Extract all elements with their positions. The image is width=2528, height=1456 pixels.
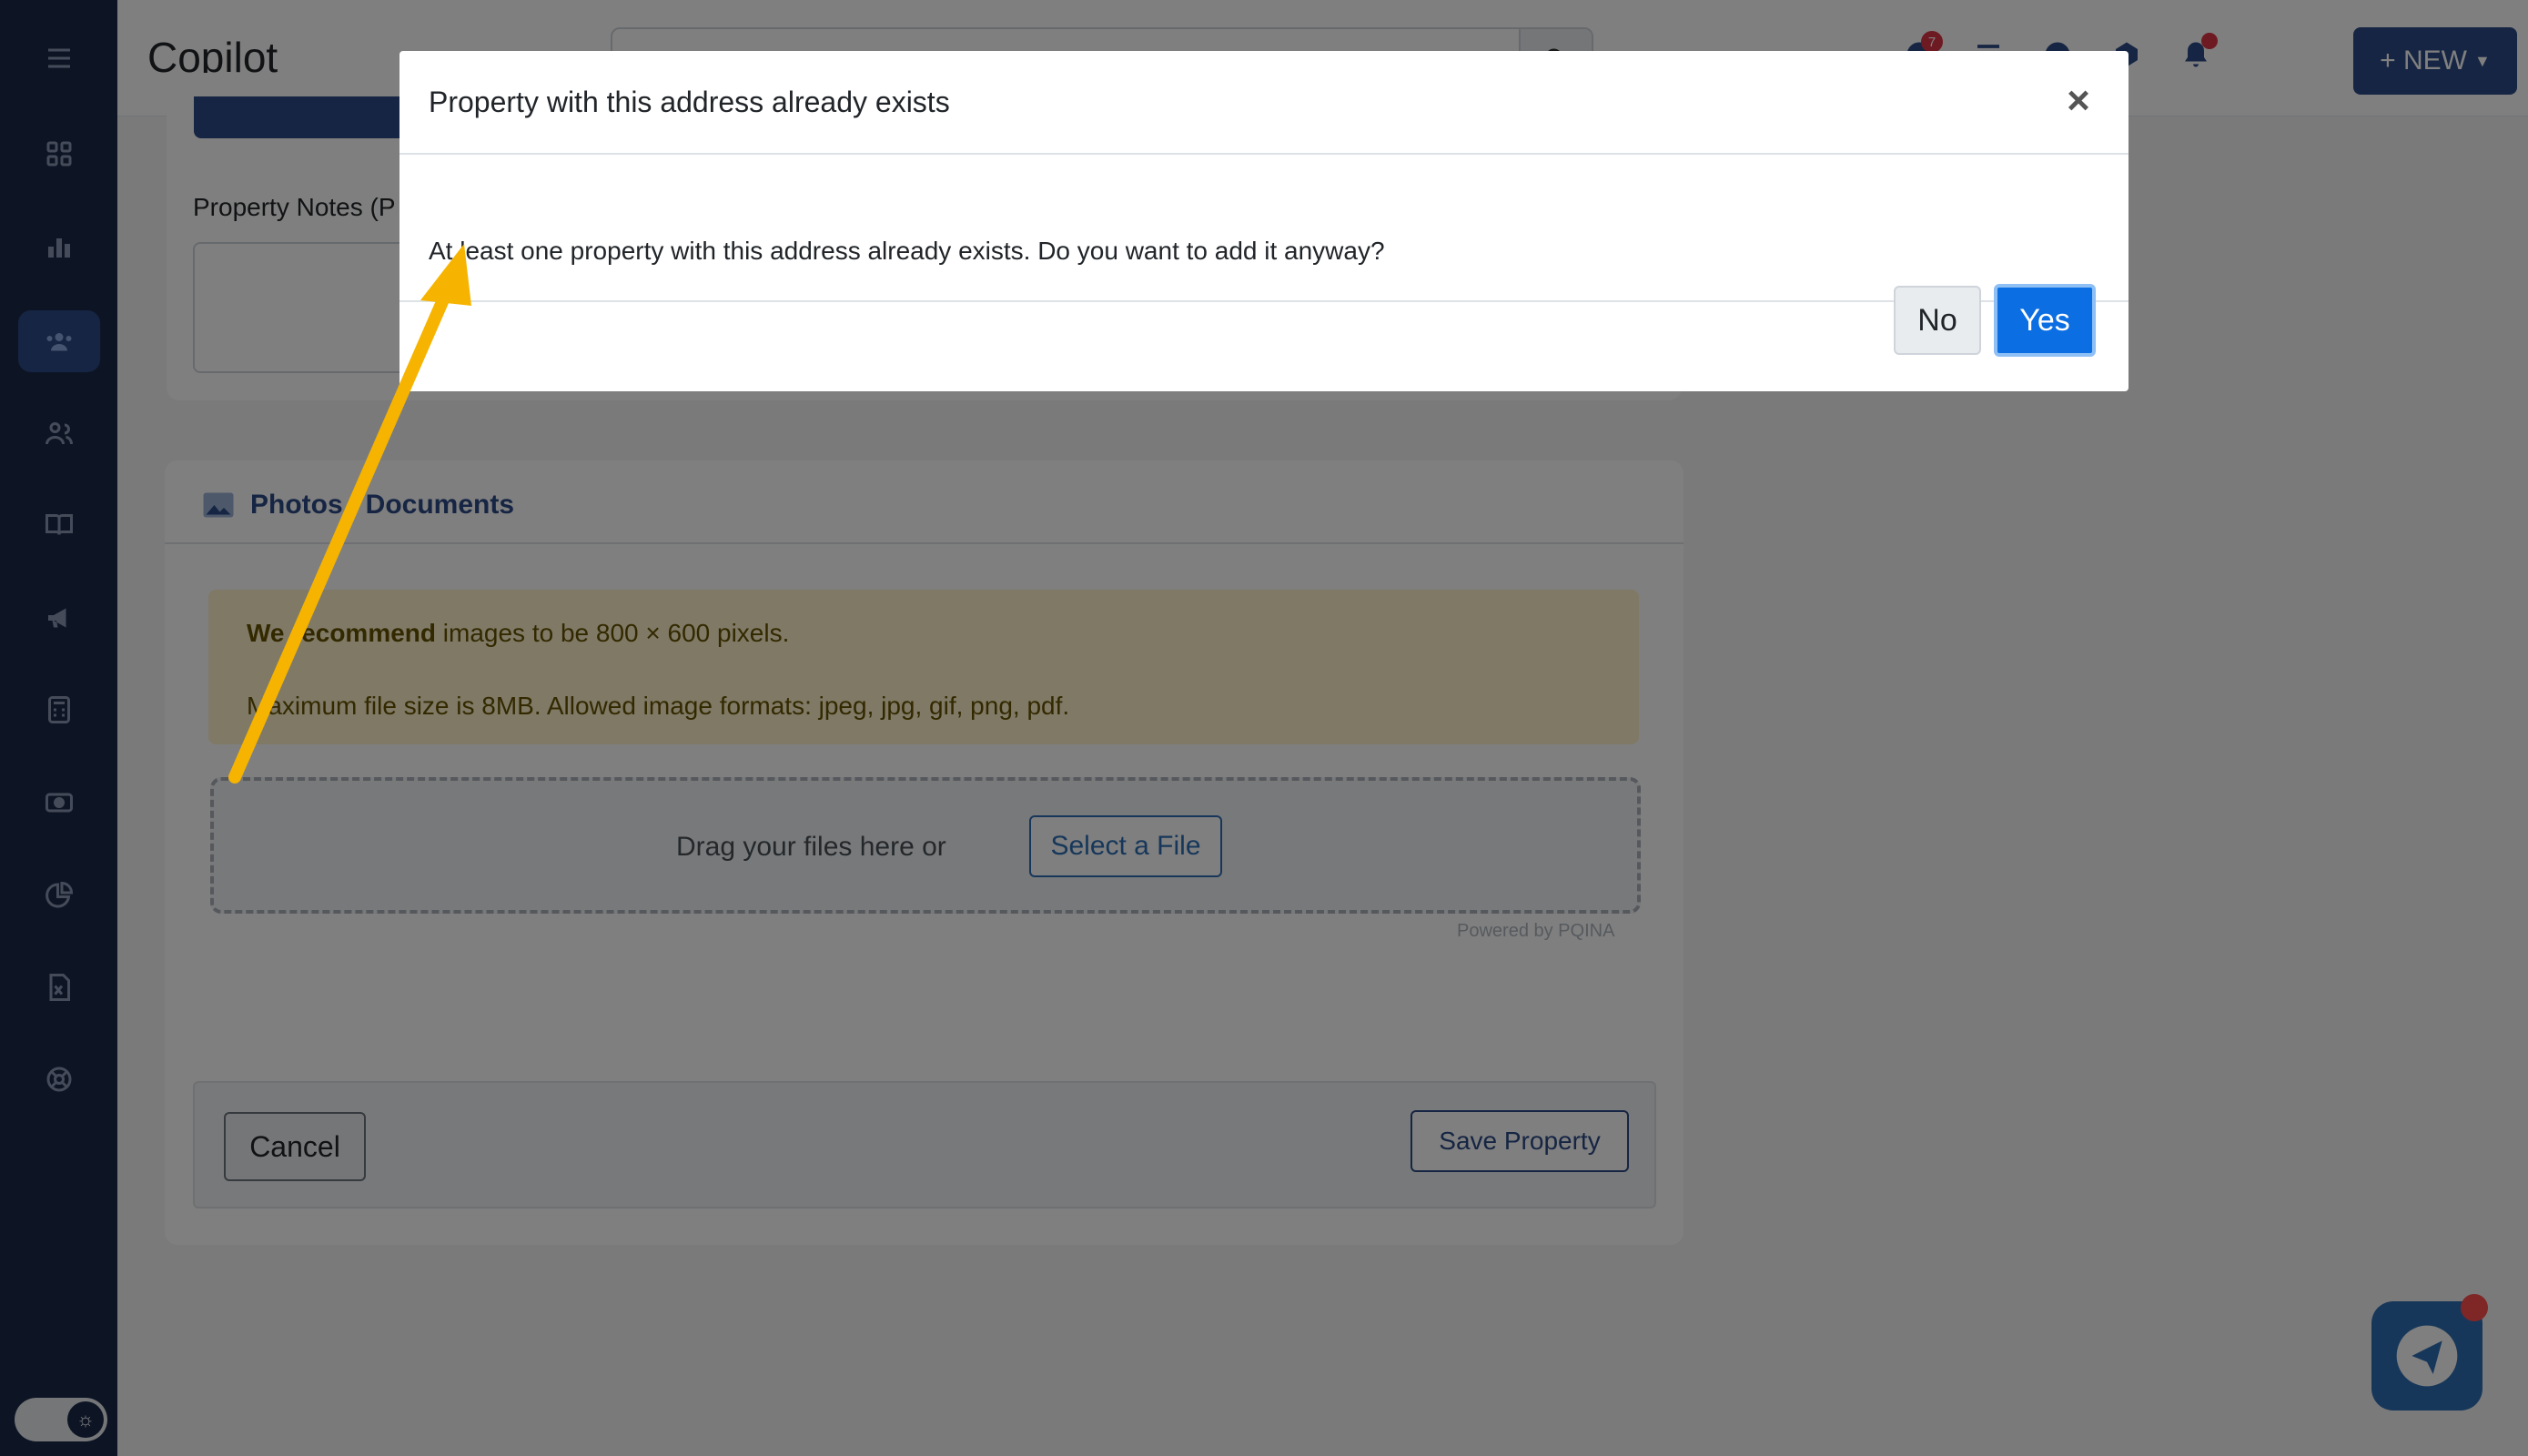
modal-header: Property with this address already exist…	[399, 51, 2129, 155]
modal-message: At least one property with this address …	[429, 237, 1385, 265]
no-button[interactable]: No	[1894, 286, 1981, 355]
modal-title: Property with this address already exist…	[429, 86, 950, 118]
modal-body: At least one property with this address …	[399, 155, 2129, 302]
duplicate-address-modal: Property with this address already exist…	[399, 51, 2129, 391]
yes-button[interactable]: Yes	[1994, 284, 2096, 357]
close-icon[interactable]: ×	[2056, 78, 2101, 124]
